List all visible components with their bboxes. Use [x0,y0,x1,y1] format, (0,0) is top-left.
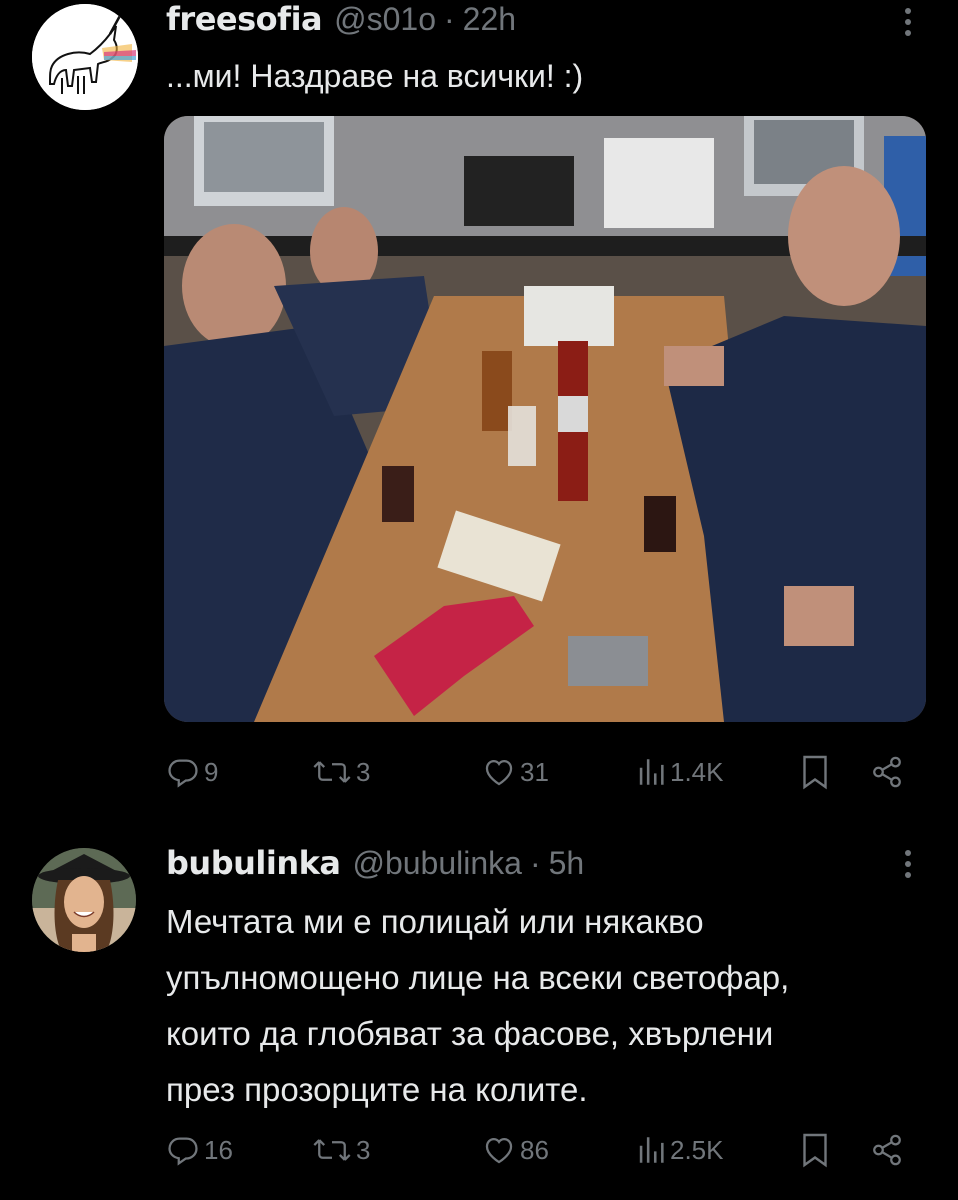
more-icon[interactable] [902,850,914,878]
timestamp[interactable]: 5h [549,845,585,882]
post-header: bubulinka @bubulinka · 5h [166,844,584,882]
views-button[interactable]: 2.5K [636,1126,724,1174]
views-button[interactable]: 1.4K [636,748,724,796]
post-header: freesofia @s01o · 22h [166,0,516,38]
like-count: 86 [520,1134,549,1165]
views-icon [639,759,664,785]
like-button[interactable]: 31 [482,748,549,796]
bookmark-icon [803,1133,827,1168]
reply-button[interactable]: 16 [166,1126,233,1174]
reply-icon [168,759,198,788]
views-count: 2.5K [670,1134,724,1165]
repost-icon [313,761,351,783]
post[interactable]: freesofia @s01o · 22h ...ми! Наздраве на… [0,0,958,820]
post-text: ...ми! Наздраве на всички! :) [166,50,926,102]
share-icon [873,1134,901,1166]
post-text: Мечтата ми е полицай или някакво упълном… [166,894,926,1118]
like-button[interactable]: 86 [482,1126,549,1174]
repost-button[interactable]: 3 [312,748,370,796]
post[interactable]: bubulinka @bubulinka · 5h Мечтата ми е п… [0,830,958,1200]
post-actions: 16 3 86 2.5K [166,1126,906,1174]
like-icon [485,1137,513,1164]
more-icon[interactable] [902,8,914,36]
bookmark-button[interactable] [800,1126,830,1174]
share-button[interactable] [870,748,904,796]
repost-count: 3 [356,756,371,787]
views-count: 1.4K [670,756,724,787]
views-icon [639,1137,664,1163]
reply-count: 9 [204,756,219,787]
profile-photo-image [32,848,136,952]
display-name[interactable]: bubulinka [166,844,341,882]
display-name[interactable]: freesofia [166,0,323,38]
like-icon [485,759,513,786]
post-photo[interactable] [164,116,926,722]
photo-image [164,116,926,722]
reply-button[interactable]: 9 [166,748,218,796]
repost-icon [313,1139,351,1161]
repost-button[interactable]: 3 [312,1126,370,1174]
bookmark-button[interactable] [800,748,830,796]
post-text-line: които да глобяват за фасове, хвърлени [166,1015,774,1052]
post-text-line: Мечтата ми е полицай или някакво [166,903,704,940]
share-icon [873,756,901,788]
timestamp[interactable]: 22h [463,1,516,38]
reply-count: 16 [204,1134,233,1165]
post-text-line: упълномощено лице на всеки светофар, [166,959,790,996]
separator-dot: · [529,845,541,881]
post-text-line: през прозорците на колите. [166,1071,588,1108]
like-count: 31 [520,756,549,787]
reply-icon [168,1137,198,1166]
bookmark-icon [803,755,827,790]
post-text-line: ...ми! Наздраве на всички! :) [166,58,584,94]
repost-count: 3 [356,1134,371,1165]
avatar[interactable] [32,848,136,952]
avatar[interactable] [32,4,138,110]
separator-dot: · [444,1,455,37]
user-handle[interactable]: @bubulinka [352,845,521,882]
unicorn-avatar-image [32,4,138,110]
user-handle[interactable]: @s01o [334,1,436,38]
post-actions: 9 3 31 1.4K [166,748,906,796]
share-button[interactable] [870,1126,904,1174]
